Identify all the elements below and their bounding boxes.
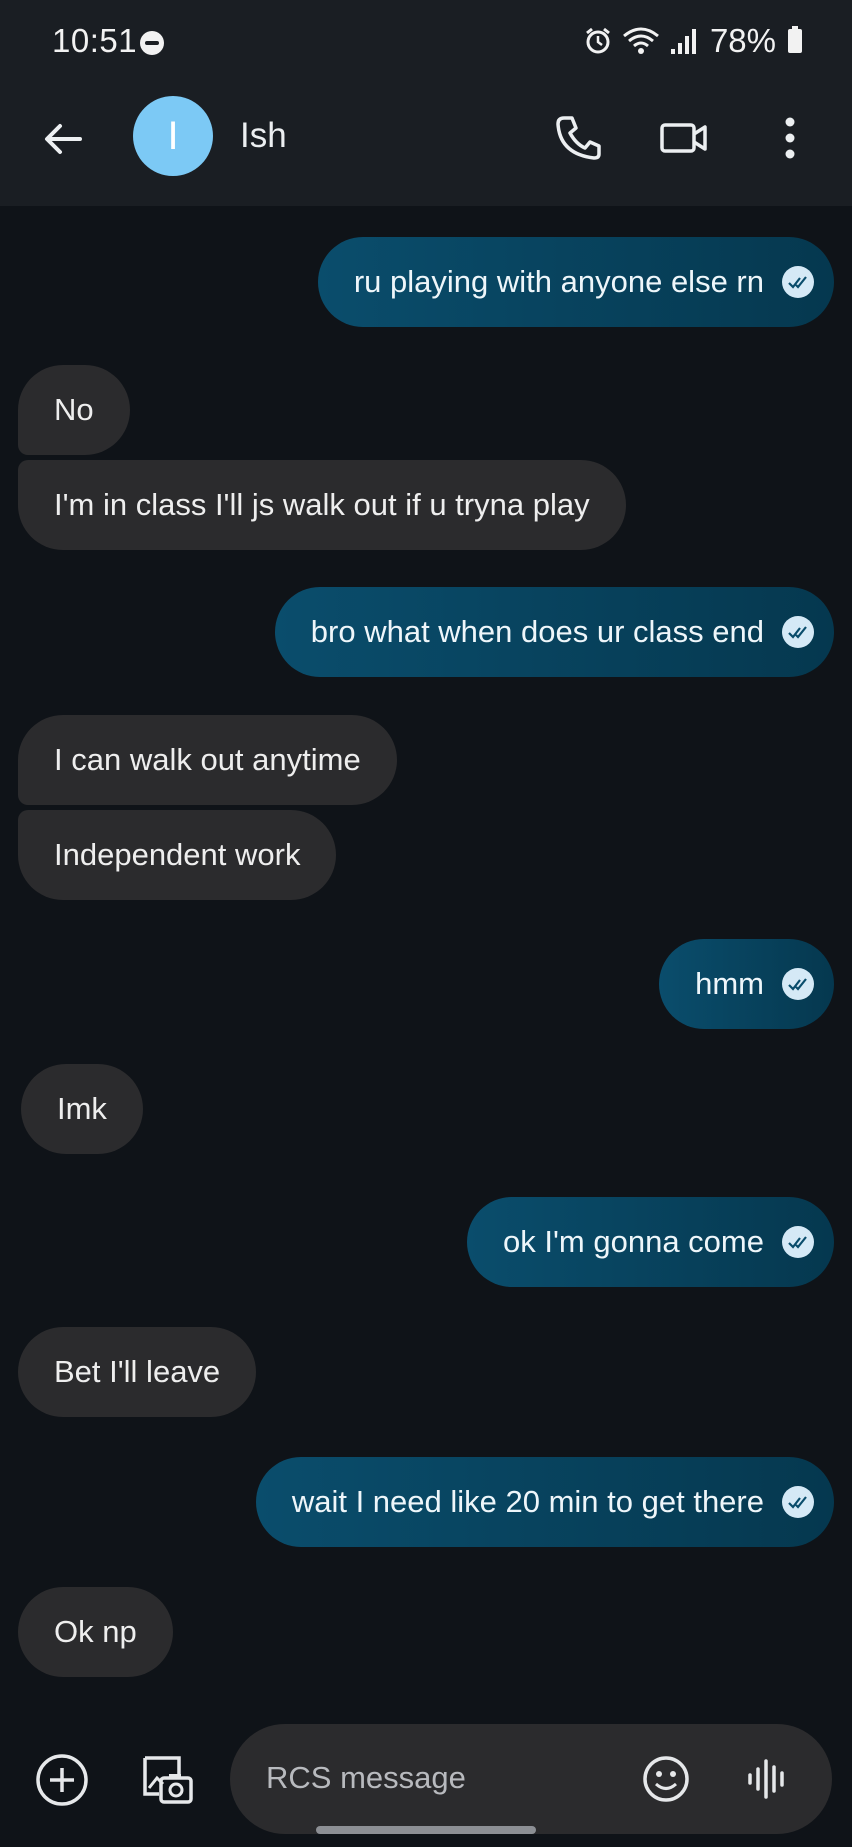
- message-received[interactable]: Ok np: [18, 1587, 173, 1677]
- home-indicator[interactable]: [316, 1826, 536, 1834]
- message-text: I'm in class I'll js walk out if u tryna…: [54, 487, 590, 522]
- read-receipt-icon: [782, 968, 814, 1000]
- contact-name[interactable]: Ish: [240, 116, 287, 156]
- do-not-disturb-icon: [140, 31, 164, 55]
- status-bar: 10:51 78%: [0, 0, 852, 86]
- message-sent[interactable]: wait I need like 20 min to get there: [255, 1457, 834, 1547]
- read-receipt-icon: [782, 266, 814, 298]
- conversation-header: I Ish: [0, 86, 852, 206]
- video-call-icon[interactable]: [658, 112, 710, 164]
- message-received[interactable]: No: [18, 365, 130, 455]
- voice-message-icon[interactable]: [744, 1755, 792, 1803]
- message-sent[interactable]: bro what when does ur class end: [274, 587, 834, 677]
- message-text: ok I'm gonna come: [503, 1224, 764, 1259]
- add-attachment-icon[interactable]: [32, 1750, 92, 1810]
- message-received[interactable]: Independent work: [18, 810, 337, 900]
- contact-avatar[interactable]: I: [133, 96, 213, 176]
- message-text: hmm: [695, 966, 764, 1001]
- phone-call-icon[interactable]: [552, 112, 604, 164]
- message-input[interactable]: RCS message: [230, 1724, 832, 1834]
- message-received[interactable]: I can walk out anytime: [18, 715, 397, 805]
- alarm-icon: [586, 27, 610, 54]
- message-text: Independent work: [54, 837, 301, 872]
- message-input-placeholder: RCS message: [266, 1760, 466, 1795]
- message-text: bro what when does ur class end: [310, 614, 764, 649]
- message-text: Bet I'll leave: [54, 1354, 221, 1389]
- battery-icon: [788, 26, 802, 53]
- message-text: Imk: [57, 1091, 107, 1126]
- read-receipt-icon: [782, 616, 814, 648]
- message-text: Ok np: [54, 1614, 137, 1649]
- more-options-icon[interactable]: [764, 112, 816, 164]
- emoji-icon[interactable]: [640, 1753, 692, 1805]
- message-text: wait I need like 20 min to get there: [291, 1484, 764, 1519]
- read-receipt-icon: [782, 1486, 814, 1518]
- message-received[interactable]: I'm in class I'll js walk out if u tryna…: [18, 460, 626, 550]
- message-sent[interactable]: ok I'm gonna come: [467, 1197, 834, 1287]
- message-text: I can walk out anytime: [54, 742, 361, 777]
- message-list[interactable]: ru playing with anyone else rn No I'm in…: [0, 206, 852, 1706]
- gallery-camera-icon[interactable]: [137, 1750, 197, 1810]
- status-right-cluster: 78%: [584, 22, 802, 60]
- battery-percent: 78%: [709, 22, 776, 59]
- status-time: 10:51: [52, 22, 138, 59]
- signal-icon: [670, 29, 696, 54]
- message-sent[interactable]: hmm: [659, 939, 834, 1029]
- message-text: No: [54, 392, 94, 427]
- read-receipt-icon: [782, 1226, 814, 1258]
- back-arrow-icon[interactable]: [38, 114, 88, 164]
- wifi-icon: [622, 27, 659, 54]
- message-received[interactable]: Imk: [21, 1064, 143, 1154]
- message-sent[interactable]: ru playing with anyone else rn: [317, 237, 834, 327]
- message-text: ru playing with anyone else rn: [353, 264, 764, 299]
- message-received[interactable]: Bet I'll leave: [18, 1327, 257, 1417]
